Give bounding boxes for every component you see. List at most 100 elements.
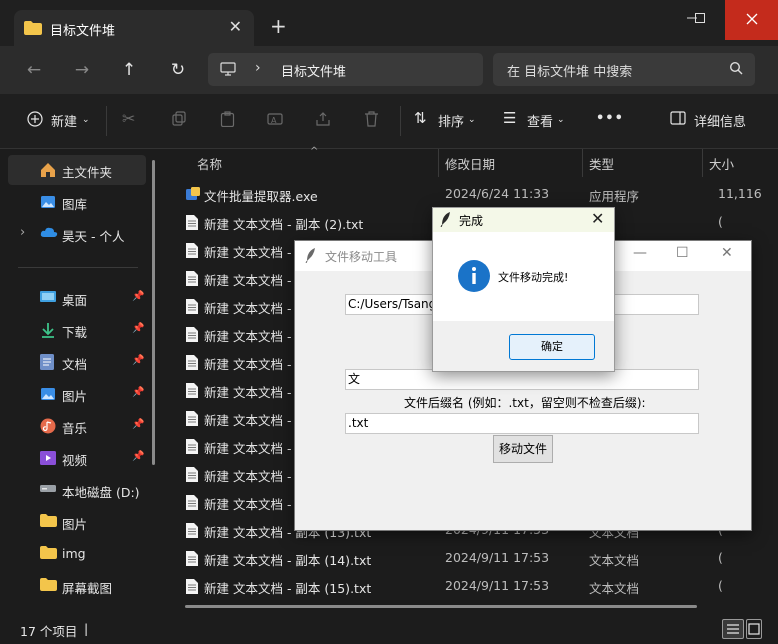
- sidebar-item-onedrive[interactable]: › 昊天 - 个人: [0, 219, 146, 249]
- sort-chevron-down-icon[interactable]: ⌄: [468, 115, 476, 125]
- share-icon[interactable]: [315, 111, 331, 131]
- suffix-input[interactable]: .txt: [345, 413, 699, 434]
- column-divider[interactable]: [582, 149, 583, 177]
- back-arrow-icon[interactable]: ←: [23, 60, 45, 80]
- file-row[interactable]: 新建 文本文档 - 副本 (15).txt 2024/9/11 17:53 文本文档…: [180, 572, 778, 600]
- cut-icon[interactable]: ✂: [122, 109, 135, 128]
- details-pane-icon[interactable]: [670, 111, 686, 129]
- drive-icon: [40, 482, 56, 498]
- tool-close-button[interactable]: ✕: [721, 245, 733, 261]
- sidebar-item-folder-img[interactable]: img: [0, 539, 146, 569]
- column-header-type[interactable]: 类型: [589, 154, 614, 173]
- sidebar-item-music[interactable]: 音乐 📌: [0, 411, 146, 441]
- sidebar-item-label: 主文件夹: [62, 165, 113, 180]
- paste-icon[interactable]: [220, 111, 235, 131]
- new-tab-button[interactable]: +: [270, 16, 287, 36]
- keyword-input[interactable]: 文: [345, 369, 699, 390]
- sidebar-item-label: img: [62, 546, 86, 561]
- ok-button[interactable]: 确定: [509, 334, 595, 360]
- dialog-close-button[interactable]: ✕: [591, 209, 604, 228]
- expand-chevron-icon[interactable]: ›: [20, 225, 25, 240]
- column-divider[interactable]: [702, 149, 703, 177]
- gallery-icon: [40, 194, 56, 210]
- file-name: 新建 文本文档 -: [204, 329, 292, 344]
- navigation-bar: ← → ↑ ↻ › 目标文件堆 在 目标文件堆 中搜索: [0, 46, 778, 94]
- folder-icon: [40, 514, 57, 530]
- toolbar-divider: [400, 106, 401, 136]
- view-button[interactable]: 查看: [527, 111, 553, 130]
- move-files-button[interactable]: 移动文件: [493, 435, 553, 463]
- text-file-icon: [186, 243, 198, 261]
- column-header-name[interactable]: 名称: [197, 154, 222, 173]
- dialog-title: 完成: [459, 214, 484, 228]
- text-file-icon: [186, 215, 198, 233]
- horizontal-scrollbar[interactable]: [185, 605, 697, 608]
- file-name: 新建 文本文档 -: [204, 357, 292, 372]
- sort-icon[interactable]: ⇅: [414, 109, 427, 127]
- breadcrumb-folder[interactable]: 目标文件堆: [281, 61, 346, 80]
- sidebar-item-videos[interactable]: 视频 📌: [0, 443, 146, 473]
- maximize-button[interactable]: [680, 0, 720, 40]
- sidebar-item-home[interactable]: 主文件夹: [8, 155, 146, 185]
- file-row[interactable]: 新建 文本文档 - 副本 (14).txt 2024/9/11 17:53 文本文档…: [180, 544, 778, 572]
- details-button[interactable]: 详细信息: [694, 111, 746, 130]
- search-icon[interactable]: [729, 61, 743, 78]
- video-icon: [40, 450, 56, 466]
- rename-icon[interactable]: A: [267, 111, 283, 131]
- file-name: 新建 文本文档 -: [204, 273, 292, 288]
- tool-minimize-button[interactable]: —: [633, 245, 647, 261]
- column-divider[interactable]: [438, 149, 439, 177]
- feather-icon: [305, 247, 317, 266]
- tab-close-icon[interactable]: ✕: [229, 17, 242, 36]
- text-file-icon: [186, 439, 198, 457]
- more-options-button[interactable]: •••: [596, 111, 624, 126]
- new-button[interactable]: 新建: [51, 111, 77, 130]
- view-icon[interactable]: ☰: [503, 109, 516, 127]
- forward-arrow-icon[interactable]: →: [71, 60, 93, 80]
- new-plus-icon[interactable]: [27, 111, 43, 131]
- tool-maximize-button[interactable]: ☐: [676, 245, 689, 261]
- sidebar-item-gallery[interactable]: 图库: [0, 187, 146, 217]
- completion-dialog: 完成 ✕ 文件移动完成! 确定: [432, 207, 615, 372]
- sidebar-item-drive-d[interactable]: 本地磁盘 (D:): [0, 475, 146, 505]
- address-bar[interactable]: › 目标文件堆: [208, 53, 483, 86]
- onedrive-icon: [40, 226, 58, 242]
- sidebar-item-downloads[interactable]: 下载 📌: [0, 315, 146, 345]
- file-row[interactable]: 文件批量提取器.exe 2024/6/24 11:33 应用程序 11,116: [180, 180, 778, 208]
- computer-icon: [220, 61, 236, 80]
- file-size: (: [718, 214, 723, 229]
- sidebar-item-label: 视频: [62, 453, 88, 468]
- search-box[interactable]: 在 目标文件堆 中搜索: [493, 53, 755, 86]
- up-arrow-icon[interactable]: ↑: [118, 60, 140, 80]
- suffix-label: 文件后缀名 (例如：.txt，留空则不检查后缀):: [404, 396, 646, 410]
- search-input[interactable]: 在 目标文件堆 中搜索: [507, 61, 632, 80]
- sidebar-item-documents[interactable]: 文档 📌: [0, 347, 146, 377]
- delete-icon[interactable]: [364, 111, 379, 131]
- svg-text:A: A: [271, 116, 277, 125]
- sidebar-scrollbar[interactable]: [152, 160, 155, 465]
- view-chevron-down-icon[interactable]: ⌄: [557, 115, 565, 125]
- sidebar-item-folder-screenshots[interactable]: 屏幕截图: [0, 571, 146, 601]
- tab-current-folder[interactable]: 目标文件堆 ✕: [14, 10, 254, 46]
- file-name: 新建 文本文档 -: [204, 497, 292, 512]
- tiles-view-button[interactable]: [746, 619, 762, 639]
- sort-button[interactable]: 排序: [438, 111, 464, 130]
- application-icon: [186, 187, 200, 205]
- close-window-button[interactable]: [725, 0, 778, 40]
- refresh-icon[interactable]: ↻: [167, 60, 189, 80]
- breadcrumb-chevron-icon[interactable]: ›: [255, 60, 261, 76]
- sidebar-item-pictures[interactable]: 图片 📌: [0, 379, 146, 409]
- column-header-size[interactable]: 大小: [709, 154, 734, 173]
- navigation-pane: 主文件夹 图库 › 昊天 - 个人 桌面 📌 下载 📌 文档 📌 图片 📌 音乐…: [0, 149, 160, 614]
- new-chevron-down-icon[interactable]: ⌄: [82, 115, 90, 125]
- copy-icon[interactable]: [172, 111, 187, 130]
- sidebar-item-folder-pictures[interactable]: 图片: [0, 507, 146, 537]
- column-header-date[interactable]: 修改日期: [445, 154, 495, 173]
- details-view-button[interactable]: [722, 619, 744, 639]
- sidebar-item-desktop[interactable]: 桌面 📌: [0, 283, 146, 313]
- text-file-icon: [186, 411, 198, 429]
- text-file-icon: [186, 523, 198, 541]
- download-icon: [40, 322, 56, 338]
- file-name: 文件批量提取器.exe: [204, 189, 318, 204]
- tool-title: 文件移动工具: [325, 250, 398, 264]
